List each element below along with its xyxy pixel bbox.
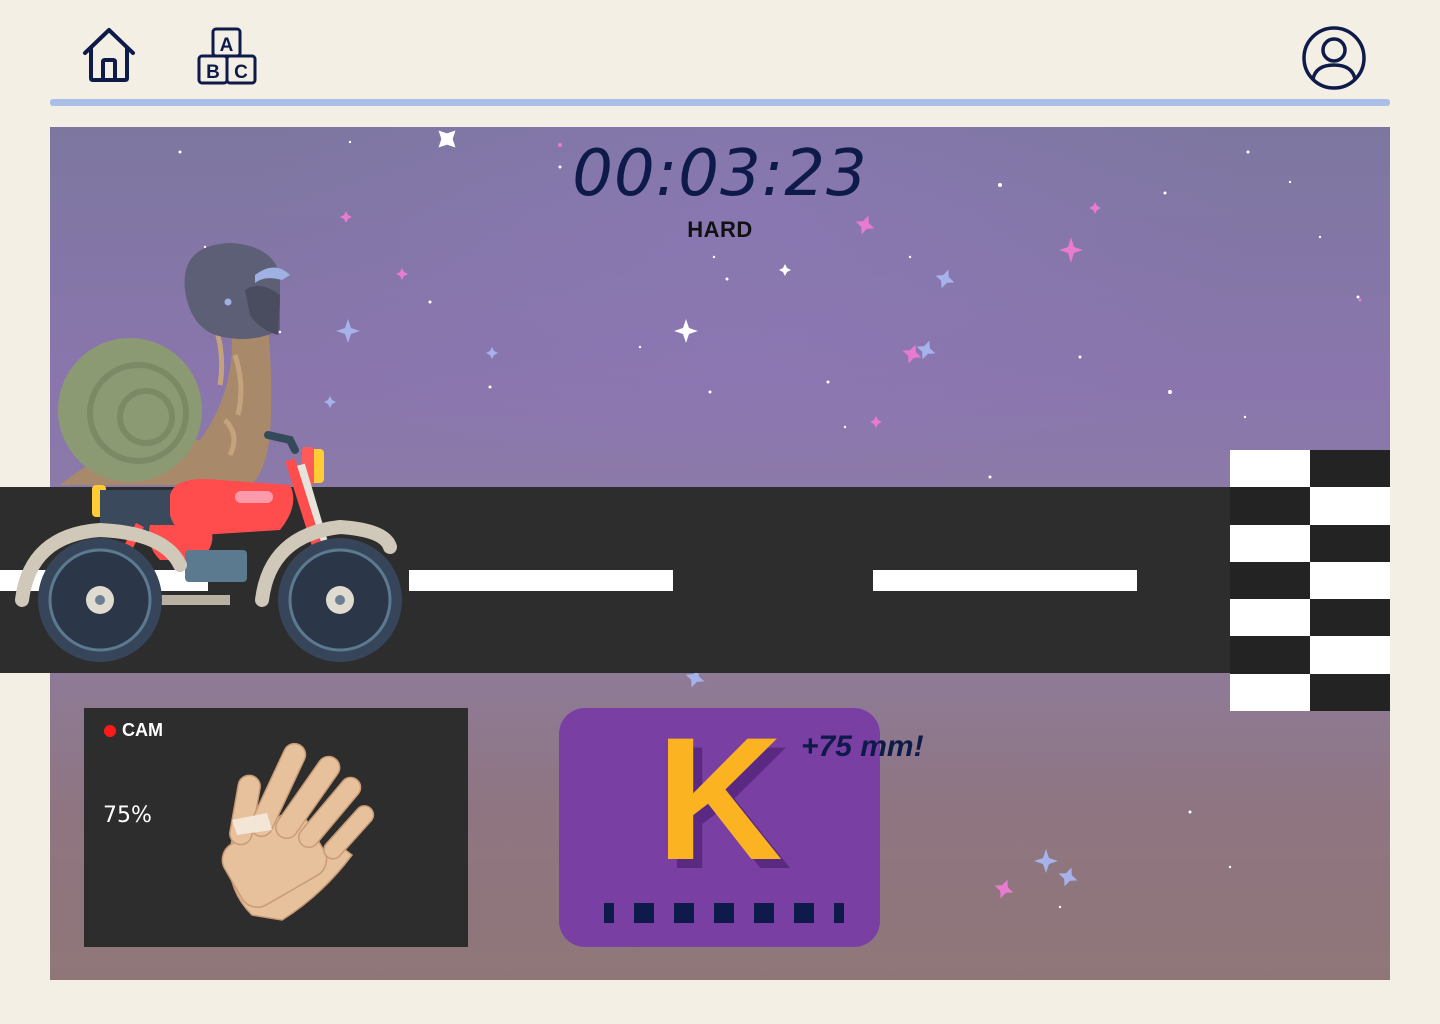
progress-segment: [754, 903, 774, 923]
front-wheel: [278, 538, 402, 662]
progress-segment: [794, 903, 814, 923]
progress-segment: [634, 903, 654, 923]
progress-segment: [834, 903, 844, 923]
finish-line-flag: [1230, 450, 1390, 712]
lane-marking: [873, 570, 1137, 591]
hand-sign-icon: [221, 742, 375, 921]
progress-segment: [674, 903, 694, 923]
header-divider: [50, 99, 1390, 106]
abc-letter-b: B: [206, 62, 220, 83]
letter-progress-bar: [604, 903, 844, 923]
user-profile-icon[interactable]: [1301, 25, 1367, 91]
hand-confidence: 75%: [103, 803, 152, 828]
recording-indicator: [104, 725, 116, 737]
game-timer: 00:03:23: [572, 137, 868, 211]
camera-label: CAM: [122, 720, 163, 740]
distance-bonus: +75 mm!: [801, 730, 924, 763]
progress-segment: [714, 903, 734, 923]
abc-letter-c: C: [234, 62, 248, 83]
snail-motorcycle-character: [15, 243, 402, 662]
lane-marking: [409, 570, 673, 591]
abc-blocks-icon[interactable]: A B C: [196, 26, 258, 86]
abc-letter-a: A: [220, 35, 234, 56]
progress-segment: [604, 903, 614, 923]
home-icon[interactable]: [80, 26, 138, 84]
rear-wheel: [38, 538, 162, 662]
